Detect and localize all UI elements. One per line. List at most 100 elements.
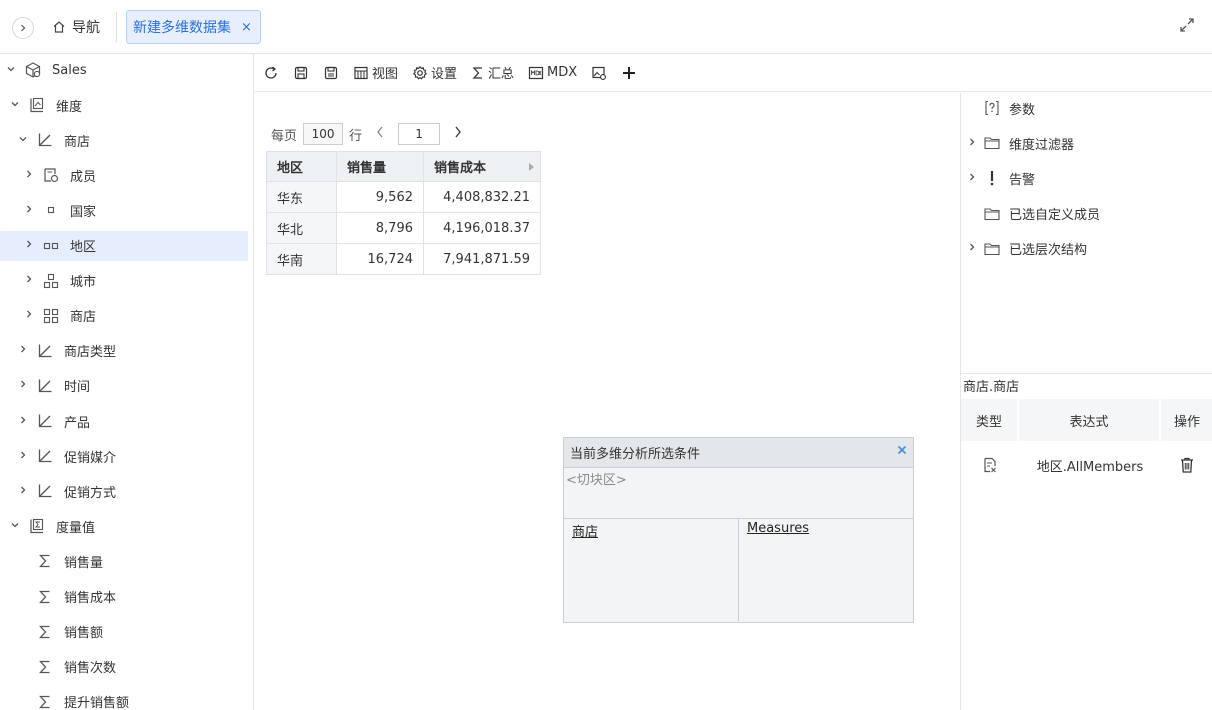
tree-item[interactable]: 商店 — [0, 301, 248, 331]
add-button[interactable] — [621, 65, 637, 81]
refresh-icon — [265, 65, 277, 79]
tree-item[interactable]: 成员 — [0, 160, 248, 190]
column-axis-field[interactable]: Measures — [739, 519, 913, 621]
row-axis-field[interactable]: 商店 — [564, 519, 739, 621]
sidebar-toggle-button[interactable] — [12, 17, 34, 39]
tab-new-cube[interactable]: 新建多维数据集 × — [126, 10, 261, 44]
fullscreen-icon[interactable] — [1178, 16, 1198, 36]
property-item[interactable]: 告警 — [961, 163, 1212, 193]
chevron-right-icon[interactable] — [16, 379, 30, 392]
selected-conditions-panel[interactable]: 当前多维分析所选条件 <切块区> 商店 Measures — [563, 437, 914, 623]
mdx-button[interactable]: MDX — [528, 65, 577, 81]
view-icon — [354, 66, 368, 79]
gear-icon — [412, 65, 428, 80]
save-as-button[interactable] — [323, 65, 339, 81]
panel-divider — [961, 373, 1212, 374]
tree-item[interactable]: 国家 — [0, 195, 248, 225]
sort-triangle-icon[interactable] — [529, 163, 534, 171]
tree-item[interactable]: 销售量 — [0, 546, 248, 576]
chevron-right-icon[interactable] — [22, 309, 36, 322]
tree-item[interactable]: 销售成本 — [0, 582, 248, 612]
cell[interactable]: 8,796 — [336, 212, 424, 244]
axis-icon — [36, 131, 54, 149]
view-button[interactable]: 视图 — [353, 63, 398, 82]
chevron-right-icon[interactable] — [22, 204, 36, 217]
tree-item[interactable]: 商店类型 — [0, 336, 248, 366]
property-item[interactable]: 维度过滤器 — [961, 128, 1212, 158]
summary-button[interactable]: 汇总 — [471, 63, 514, 82]
table-row: 华北 8,796 4,196,018.37 — [266, 212, 541, 244]
chevron-right-icon[interactable] — [961, 172, 983, 185]
settings-button[interactable]: 设置 — [412, 63, 457, 82]
prev-page-icon[interactable] — [368, 126, 392, 142]
delete-button[interactable] — [1161, 456, 1212, 474]
page-size-input[interactable]: 100 — [303, 123, 344, 145]
save-button[interactable] — [293, 65, 309, 81]
expression-value[interactable]: 地区.AllMembers — [1019, 456, 1161, 475]
tree-item[interactable]: 商店 — [0, 125, 248, 155]
cell[interactable]: 9,562 — [336, 181, 424, 213]
cell[interactable]: 4,196,018.37 — [423, 212, 541, 244]
tree-item[interactable]: Sales — [0, 55, 248, 85]
main-content: 每页 100 行 1 地区 销售量 销售成本 华东 9,562 4,408,83… — [255, 93, 960, 710]
nav-home-link[interactable]: 导航 — [52, 16, 100, 38]
slice-area[interactable]: <切块区> — [564, 468, 913, 519]
tree-item[interactable]: 促销媒介 — [0, 441, 248, 471]
chevron-right-icon[interactable] — [22, 169, 36, 182]
refresh-button[interactable] — [263, 65, 279, 81]
cell[interactable]: 4,408,832.21 — [423, 181, 541, 213]
hierarchy-section-title: 商店.商店 — [963, 380, 1020, 395]
row-header[interactable]: 华东 — [266, 181, 337, 213]
chevron-right-icon[interactable] — [16, 485, 30, 498]
tree-item[interactable]: 城市 — [0, 266, 248, 296]
chevron-down-icon[interactable] — [16, 134, 30, 147]
column-header-region[interactable]: 地区 — [266, 151, 337, 182]
chevron-right-icon[interactable] — [22, 239, 36, 252]
chevron-right-icon[interactable] — [16, 450, 30, 463]
chevron-right-icon[interactable] — [16, 344, 30, 357]
chevron-down-icon[interactable] — [8, 99, 22, 112]
tree-item[interactable]: 销售额 — [0, 617, 248, 647]
action-column-header: 操作 — [1173, 414, 1200, 430]
next-page-icon[interactable] — [446, 126, 470, 142]
chevron-right-icon[interactable] — [16, 415, 30, 428]
tree-item-label: 产品 — [64, 415, 91, 431]
expression-table-header: 类型 表达式 操作 — [961, 399, 1212, 441]
row-header[interactable]: 华南 — [266, 243, 337, 275]
chart-settings-button[interactable] — [591, 65, 607, 81]
column-header-sales-cost[interactable]: 销售成本 — [423, 151, 541, 182]
tree-item[interactable]: 地区 — [0, 230, 248, 261]
cell[interactable]: 16,724 — [336, 243, 424, 275]
tree-item[interactable]: 销售次数 — [0, 652, 248, 682]
tree-item[interactable]: 时间 — [0, 371, 248, 401]
tree-item[interactable]: 维度 — [0, 90, 248, 120]
tree-item-label: 维度 — [56, 99, 83, 115]
property-item-label: 告警 — [1009, 172, 1036, 188]
row-header[interactable]: 华北 — [266, 212, 337, 244]
chevron-right-icon[interactable] — [961, 137, 983, 150]
property-item[interactable]: 已选层次结构 — [961, 234, 1212, 264]
cell[interactable]: 7,941,871.59 — [423, 243, 541, 275]
axis-icon — [36, 377, 54, 395]
page-number-input[interactable]: 1 — [398, 123, 441, 145]
cube-icon — [24, 61, 42, 79]
alert-icon — [983, 169, 1001, 187]
property-item[interactable]: 参数 — [961, 93, 1212, 123]
property-item[interactable]: 已选自定义成员 — [961, 199, 1212, 229]
chevron-right-icon[interactable] — [961, 242, 983, 255]
chevron-down-icon[interactable] — [8, 520, 22, 533]
tree-item[interactable]: 度量值 — [0, 511, 248, 541]
axis-icon — [36, 447, 54, 465]
tree-item[interactable]: 促销方式 — [0, 476, 248, 506]
tree-item-label: 销售成本 — [64, 591, 117, 606]
chevron-right-icon[interactable] — [22, 274, 36, 287]
column-header-sales-qty[interactable]: 销售量 — [336, 151, 424, 182]
tree-item[interactable]: 提升销售额 — [0, 687, 248, 710]
close-icon[interactable] — [897, 444, 907, 459]
chevron-down-icon[interactable] — [4, 64, 18, 77]
conditions-panel-header[interactable]: 当前多维分析所选条件 — [564, 438, 913, 468]
formula-icon — [961, 456, 1019, 474]
tree-item[interactable]: 产品 — [0, 406, 248, 436]
tab-close-icon[interactable]: × — [241, 20, 252, 35]
per-page-label: 每页 — [271, 128, 298, 144]
